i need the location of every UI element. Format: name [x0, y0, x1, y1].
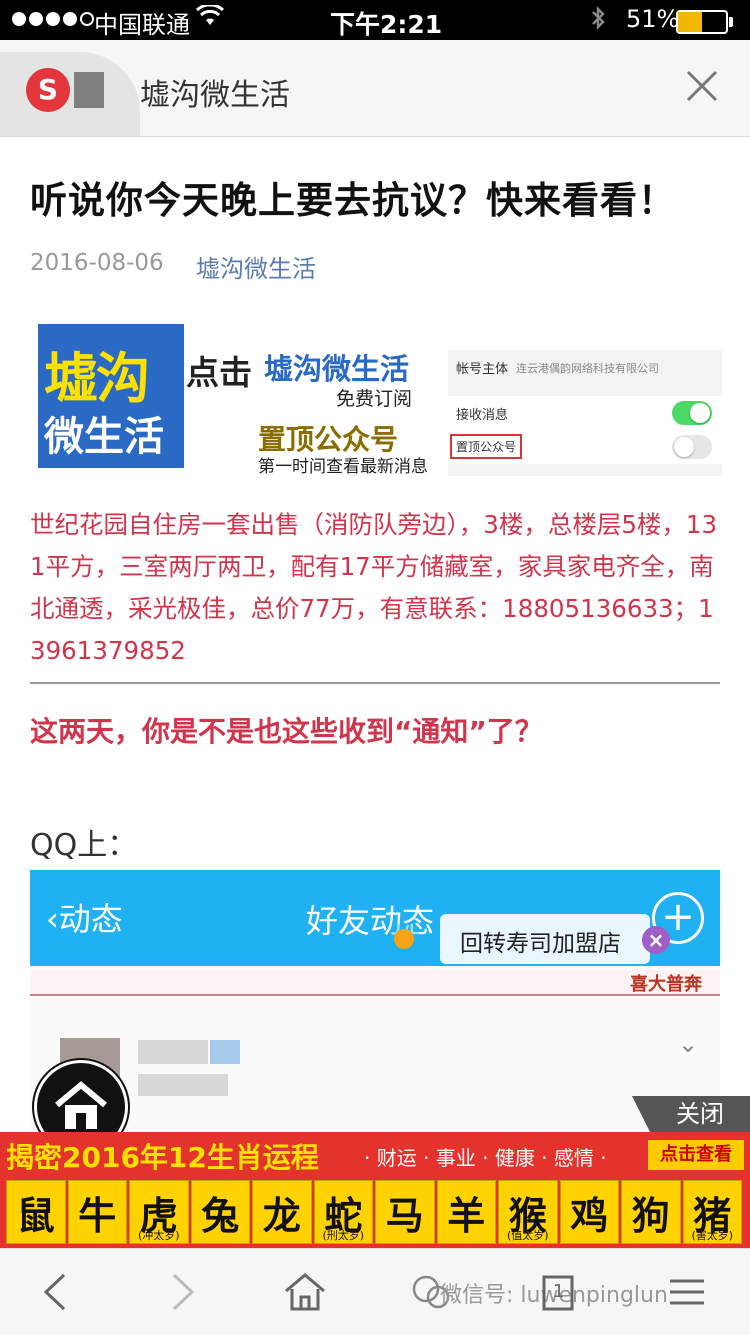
signal-strength-icon	[12, 12, 94, 26]
pin-label: 置顶公众号	[450, 434, 523, 459]
zodiac-char: 鸡	[570, 1194, 609, 1238]
bluetooth-icon	[590, 5, 606, 37]
zodiac-char: 龙	[262, 1194, 301, 1238]
back-icon[interactable]	[34, 1269, 80, 1315]
floating-ad-tooltip[interactable]: 回转寿司加盟店	[440, 914, 650, 964]
zodiac-cell[interactable]: 鸡	[559, 1180, 619, 1244]
pin-toggle	[672, 435, 712, 459]
account-link[interactable]: 墟沟微生活	[196, 249, 316, 284]
zodiac-char: 鼠	[16, 1194, 55, 1238]
receive-row: 接收消息	[448, 396, 722, 430]
qq-label: QQ上：	[30, 828, 138, 863]
zodiac-cell[interactable]: 羊	[436, 1180, 496, 1244]
zodiac-char: 牛	[78, 1194, 117, 1238]
zodiac-cell[interactable]: 蛇 (刑太岁)	[313, 1180, 373, 1244]
blurred-tag	[210, 1040, 240, 1064]
zodiac-cell[interactable]: 牛	[67, 1180, 127, 1244]
owner-row: 帐号主体 连云港偶韵网络科技有限公司	[448, 350, 722, 384]
wifi-icon	[195, 3, 225, 33]
sogou-logo-icon: S	[26, 68, 70, 112]
menu-icon[interactable]	[664, 1269, 710, 1315]
banner-account-name: 墟沟微生活	[264, 352, 410, 386]
owner-label: 帐号主体	[456, 362, 509, 377]
tab-title-fragment	[74, 72, 104, 108]
zodiac-cell[interactable]: 猪 (害太岁)	[682, 1180, 742, 1244]
qq-title: 好友动态	[306, 902, 435, 940]
zodiac-char: 马	[385, 1194, 424, 1238]
status-bar: 中国联通 下午2:21 51%	[0, 0, 750, 40]
close-icon[interactable]	[684, 68, 720, 104]
banner-free-subscribe: 免费订阅	[336, 388, 413, 410]
zodiac-cell[interactable]: 马	[375, 1180, 435, 1244]
previous-tab[interactable]	[0, 52, 140, 136]
settings-screenshot: 帐号主体 连云港偶韵网络科技有限公司 接收消息 置顶公众号	[448, 350, 722, 476]
ad-title: 揭密2016年12生肖运程	[6, 1141, 319, 1174]
tabs-icon[interactable]: 1	[534, 1269, 580, 1315]
zodiac-sub: (冲太岁)	[137, 1229, 180, 1242]
logo-line2: 微生活	[44, 414, 164, 460]
ad-view-button[interactable]: 点击查看	[648, 1140, 744, 1170]
banner-click-text: 点击	[186, 353, 252, 392]
zodiac-char: 狗	[631, 1194, 670, 1238]
zodiac-cell[interactable]: 龙	[252, 1180, 312, 1244]
zodiac-cell[interactable]: 虎 (冲太岁)	[129, 1180, 189, 1244]
account-logo: 墟沟 微生活	[38, 324, 184, 468]
close-ad-button[interactable]: 关闭	[632, 1096, 750, 1132]
subscribe-banner[interactable]: 墟沟 微生活 点击 墟沟微生活 免费订阅 置顶公众号 第一时间查看最新消息 帐号…	[30, 318, 724, 488]
banner-first-text: 第一时间查看最新消息	[258, 457, 428, 477]
floating-dot[interactable]	[394, 929, 414, 949]
zodiac-cell[interactable]: 狗	[621, 1180, 681, 1244]
divider	[30, 682, 720, 684]
ad-tags: · 财运 · 事业 · 健康 · 感情 ·	[364, 1146, 607, 1170]
receive-label: 接收消息	[456, 408, 509, 423]
zodiac-char: 兔	[201, 1194, 240, 1238]
webview-header: S 墟沟微生活	[0, 40, 750, 137]
zodiac-cell[interactable]: 兔	[190, 1180, 250, 1244]
zodiac-ad-banner[interactable]: 揭密2016年12生肖运程 · 财运 · 事业 · 健康 · 感情 · 点击查看…	[0, 1132, 750, 1248]
zodiac-cell[interactable]: 猴 (值太岁)	[498, 1180, 558, 1244]
section-heading: 这两天，你是不是也这些收到“通知”了？	[30, 715, 543, 748]
blurred-text	[138, 1074, 228, 1096]
forward-icon[interactable]	[158, 1269, 204, 1315]
blurred-name	[138, 1040, 208, 1064]
qq-decor-strip	[30, 970, 720, 996]
owner-value: 连云港偶韵网络科技有限公司	[516, 362, 659, 375]
status-time: 下午2:21	[330, 10, 443, 39]
zodiac-sub: (值太岁)	[506, 1229, 549, 1242]
publish-date: 2016-08-06	[30, 250, 164, 276]
zodiac-sub: (害太岁)	[691, 1229, 734, 1242]
battery-percent: 51%	[626, 5, 680, 33]
receive-toggle	[672, 401, 712, 425]
tooltip-text: 回转寿司加盟店	[460, 931, 621, 957]
browser-toolbar: 微信号: luwenpinglun 1	[0, 1248, 750, 1335]
chevron-down-icon: ⌄	[678, 1030, 699, 1058]
home-icon[interactable]	[282, 1269, 328, 1315]
battery-icon	[676, 10, 733, 34]
logo-line1: 墟沟	[44, 347, 150, 410]
zodiac-row: 鼠牛虎 (冲太岁) 兔龙蛇 (刑太岁) 马羊猴 (值太岁) 鸡狗猪 (害太岁)	[6, 1180, 744, 1244]
housing-ad-text: 世纪花园自住房一套出售（消防队旁边），3楼，总楼层5楼，131平方，三室两厅两卫…	[30, 510, 718, 665]
qq-back-button: ‹动态	[46, 900, 123, 938]
zodiac-char: 羊	[447, 1194, 486, 1238]
carrier-name: 中国联通	[94, 11, 190, 39]
zodiac-sub: (刑太岁)	[322, 1229, 365, 1242]
qq-screenshot: ‹动态 好友动态 + 喜大普奔 ⌄	[30, 870, 720, 1130]
close-icon[interactable]: ×	[642, 926, 670, 954]
zodiac-cell[interactable]: 鼠	[6, 1180, 66, 1244]
qq-banner-text: 喜大普奔	[630, 974, 702, 995]
pin-row: 置顶公众号	[448, 430, 722, 464]
page-title: 墟沟微生活	[140, 78, 290, 113]
article-title: 听说你今天晚上要去抗议？快来看看！	[30, 179, 676, 222]
tab-count: 1	[553, 1281, 565, 1302]
